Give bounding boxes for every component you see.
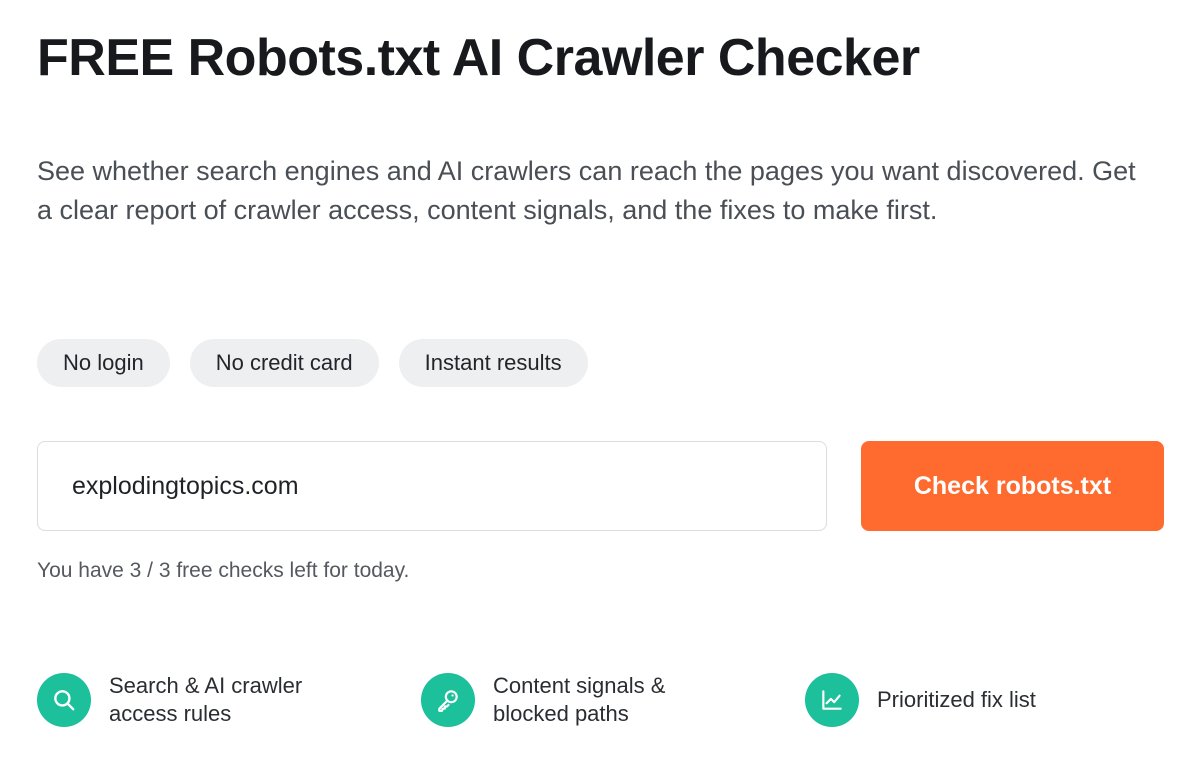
search-icon bbox=[37, 673, 91, 727]
feature-content-signals: Content signals & blocked paths bbox=[421, 672, 733, 728]
chip-no-credit-card: No credit card bbox=[189, 339, 379, 387]
checks-left-text: You have 3 / 3 free checks left for toda… bbox=[37, 559, 410, 582]
feature-text: Content signals & blocked paths bbox=[493, 673, 666, 726]
line-chart-icon bbox=[805, 673, 859, 727]
page-title: FREE Robots.txt AI Crawler Checker bbox=[37, 29, 920, 87]
feature-text: Search & AI crawler access rules bbox=[109, 673, 303, 726]
feature-prioritized-fixes: Prioritized fix list bbox=[805, 672, 1117, 728]
domain-input[interactable] bbox=[37, 441, 827, 531]
check-robots-button[interactable]: Check robots.txt bbox=[861, 441, 1164, 531]
feature-chips: No login No credit card Instant results bbox=[37, 339, 588, 387]
feature-text: Prioritized fix list bbox=[877, 687, 1036, 712]
feature-list: Search & AI crawler access rules Content… bbox=[37, 672, 1167, 732]
chip-instant-results: Instant results bbox=[398, 339, 588, 387]
chip-no-login: No login bbox=[37, 339, 170, 387]
page-subtitle: See whether search engines and AI crawle… bbox=[37, 156, 1136, 225]
feature-crawler-access: Search & AI crawler access rules bbox=[37, 672, 349, 728]
key-icon bbox=[421, 673, 475, 727]
